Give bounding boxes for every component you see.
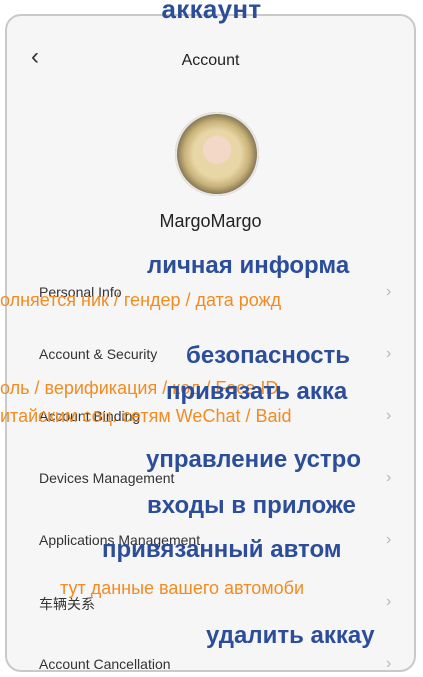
annotation-vehicle-relations: привязанный автом <box>102 536 342 563</box>
chevron-right-icon: › <box>386 655 392 672</box>
annotation-personal-info: личная информа <box>147 252 350 279</box>
chevron-right-icon: › <box>386 283 392 300</box>
note-account-binding: итайским соц. сетям WeChat / Baid <box>0 406 292 426</box>
username: MargoMargo <box>159 211 262 231</box>
annotation-account-binding: привязать акка <box>166 378 348 405</box>
note-vehicle-relations: тут данные вашего автомоби <box>60 578 305 598</box>
avatar[interactable] <box>175 112 259 196</box>
chevron-right-icon: › <box>386 469 392 486</box>
annotation-applications-management: входы в приложе <box>147 492 356 519</box>
chevron-right-icon: › <box>386 345 392 362</box>
annotation-account-security: безопасность <box>186 342 351 369</box>
page-title: Account <box>181 52 240 69</box>
menu-item-label: Account & Security <box>39 346 158 362</box>
menu-item-label: Account Cancellation <box>39 656 171 672</box>
note-personal-info: олняется ник / гендер / дата рожд <box>0 290 282 310</box>
annotation-devices-management: управление устро <box>146 446 362 473</box>
chevron-right-icon: › <box>386 593 392 610</box>
header-annotation: аккаунт <box>161 0 262 24</box>
chevron-right-icon: › <box>386 531 392 548</box>
chevron-right-icon: › <box>386 407 392 424</box>
annotation-account-cancellation: удалить аккау <box>206 622 375 649</box>
